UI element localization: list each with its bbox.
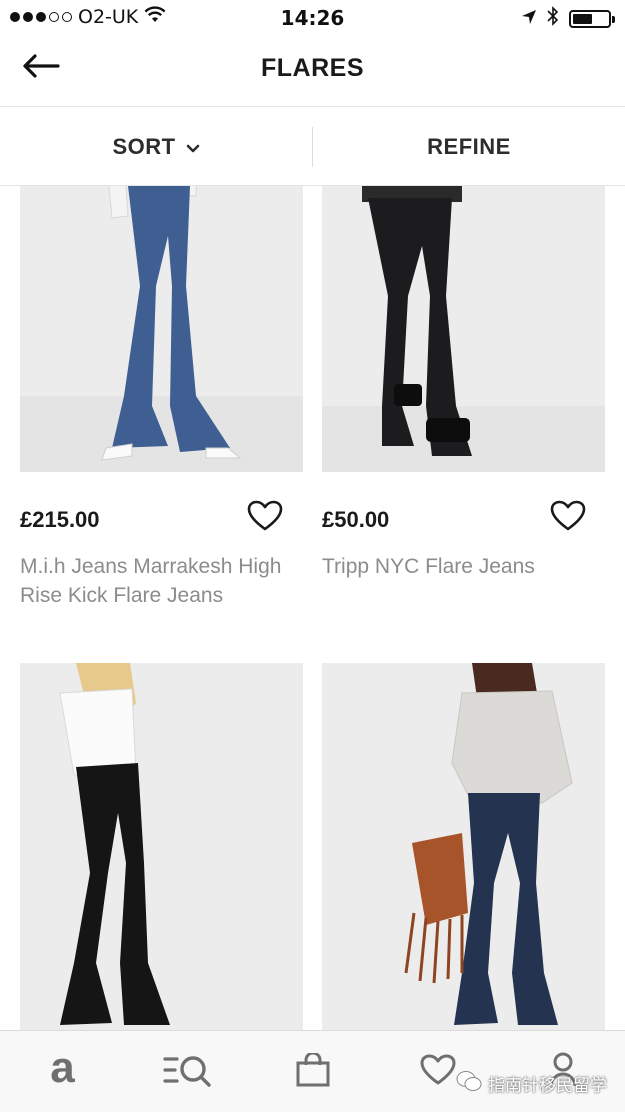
product-image[interactable] (20, 663, 303, 1030)
search-icon (162, 1053, 213, 1091)
top-navigation-bar: FLARES (0, 34, 625, 107)
product-card[interactable] (322, 186, 605, 472)
signal-dot (49, 12, 59, 22)
product-image[interactable] (322, 663, 605, 1030)
refine-label: REFINE (427, 133, 511, 159)
battery-icon (569, 9, 615, 28)
status-bar: O2-UK 14:26 (0, 0, 625, 34)
signal-strength-icon (10, 12, 72, 22)
tab-search[interactable] (158, 1042, 218, 1102)
signal-dot (62, 12, 72, 22)
carrier-name: O2-UK (78, 6, 139, 28)
arrow-left-icon (22, 53, 60, 83)
bag-icon (295, 1051, 331, 1091)
wifi-icon (144, 6, 166, 28)
save-item-button[interactable] (548, 498, 588, 538)
product-card[interactable] (20, 663, 303, 1030)
wechat-logo-icon (456, 1070, 482, 1097)
watermark-text: 指南针移民留学 (488, 1076, 607, 1096)
bluetooth-icon (547, 6, 559, 31)
tab-home[interactable]: a (33, 1042, 93, 1102)
battery-level (573, 13, 592, 24)
product-image[interactable] (322, 186, 605, 472)
watermark: 指南针移民留学 (456, 1070, 607, 1097)
heart-icon (247, 500, 283, 536)
heart-icon (550, 500, 586, 536)
sort-label: SORT (112, 133, 176, 159)
product-grid: £215.00 M.i.h Jeans Marrakesh High Rise … (0, 186, 625, 1030)
back-button[interactable] (22, 48, 72, 88)
saved-heart-icon (420, 1054, 456, 1090)
signal-dot (23, 12, 33, 22)
product-price: £50.00 (322, 507, 390, 532)
filter-bar: SORT REFINE (0, 108, 625, 186)
status-left: O2-UK (10, 6, 166, 28)
save-item-button[interactable] (245, 498, 285, 538)
signal-dot (10, 12, 20, 22)
product-card[interactable] (20, 186, 303, 472)
status-right (521, 6, 615, 31)
home-icon: a (50, 1042, 75, 1092)
product-name[interactable]: Tripp NYC Flare Jeans (322, 552, 607, 581)
tab-bag[interactable] (283, 1042, 343, 1102)
product-price: £215.00 (20, 507, 100, 532)
product-card[interactable] (322, 663, 605, 1030)
location-arrow-icon (521, 8, 537, 30)
chevron-down-icon (186, 134, 200, 160)
sort-button[interactable]: SORT (0, 108, 312, 185)
product-image[interactable] (20, 186, 303, 472)
product-name[interactable]: M.i.h Jeans Marrakesh High Rise Kick Fla… (20, 552, 305, 610)
page-title: FLARES (261, 54, 364, 82)
signal-dot (36, 12, 46, 22)
refine-button[interactable]: REFINE (313, 108, 625, 185)
